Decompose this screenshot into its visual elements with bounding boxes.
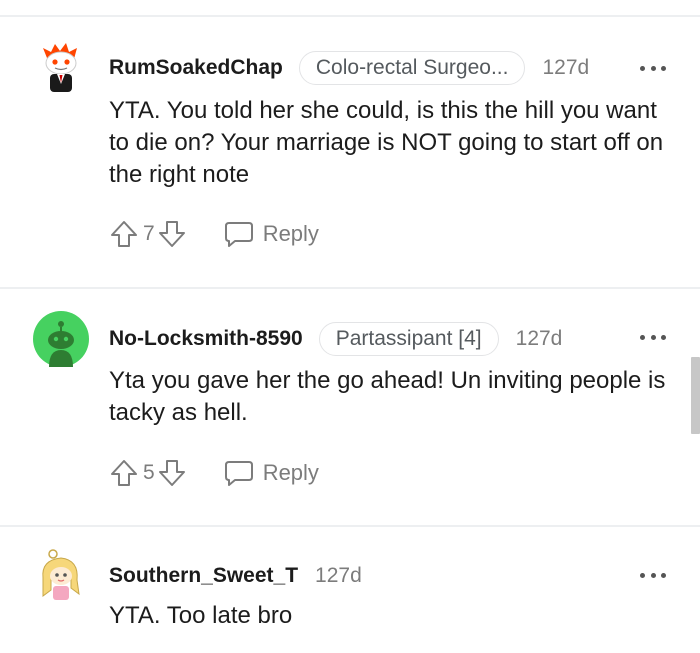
user-avatar[interactable] [33,40,89,96]
user-flair: Partassipant [4] [318,322,499,356]
upvote-arrow-icon[interactable] [109,219,139,249]
comment-age: 127d [542,56,590,79]
comment-divider [0,525,700,527]
comment-header: RumSoakedChap Colo-rectal Surgeo... 127d [109,50,589,86]
comment-actions: 5 Reply [109,455,319,491]
snoo-green-default-icon [33,311,89,367]
top-divider [0,15,700,17]
username[interactable]: Southern_Sweet_T [109,564,298,588]
speech-bubble-icon [224,461,253,486]
reply-label: Reply [262,221,319,246]
reply-button[interactable]: Reply [223,458,319,488]
snoo-red-hair-icon [43,43,77,92]
more-options-icon[interactable] [640,61,666,75]
downvote-arrow-icon[interactable] [157,458,187,488]
comment-divider [0,287,700,289]
comment-text: Yta you gave her the go ahead! Un inviti… [109,367,666,426]
more-options-icon[interactable] [640,568,666,582]
comment-text: YTA. You told her she could, is this the… [109,97,664,188]
reply-button[interactable]: Reply [223,219,319,249]
comment-actions: 7 Reply [109,216,319,252]
user-flair: Colo-rectal Surgeo... [298,51,526,85]
vote-score: 7 [143,222,155,245]
upvote-arrow-icon[interactable] [109,458,139,488]
vote-score: 5 [143,461,155,484]
comment-header: No-Locksmith-8590 Partassipant [4] 127d [109,321,562,357]
reply-label: Reply [262,460,319,485]
username[interactable]: No-Locksmith-8590 [109,327,303,351]
comment-age: 127d [315,564,362,587]
user-avatar[interactable] [33,311,89,367]
username[interactable]: RumSoakedChap [109,56,283,80]
comment-age: 127d [515,327,563,350]
speech-bubble-icon [224,222,253,247]
comment-header: Southern_Sweet_T 127d [109,558,362,594]
snoo-blonde-character-icon [42,549,80,600]
user-avatar[interactable] [33,548,89,604]
scrollbar-thumb[interactable] [691,357,700,434]
more-options-icon[interactable] [640,330,666,344]
comment-text: YTA. Too late bro [109,602,293,629]
downvote-arrow-icon[interactable] [157,219,187,249]
